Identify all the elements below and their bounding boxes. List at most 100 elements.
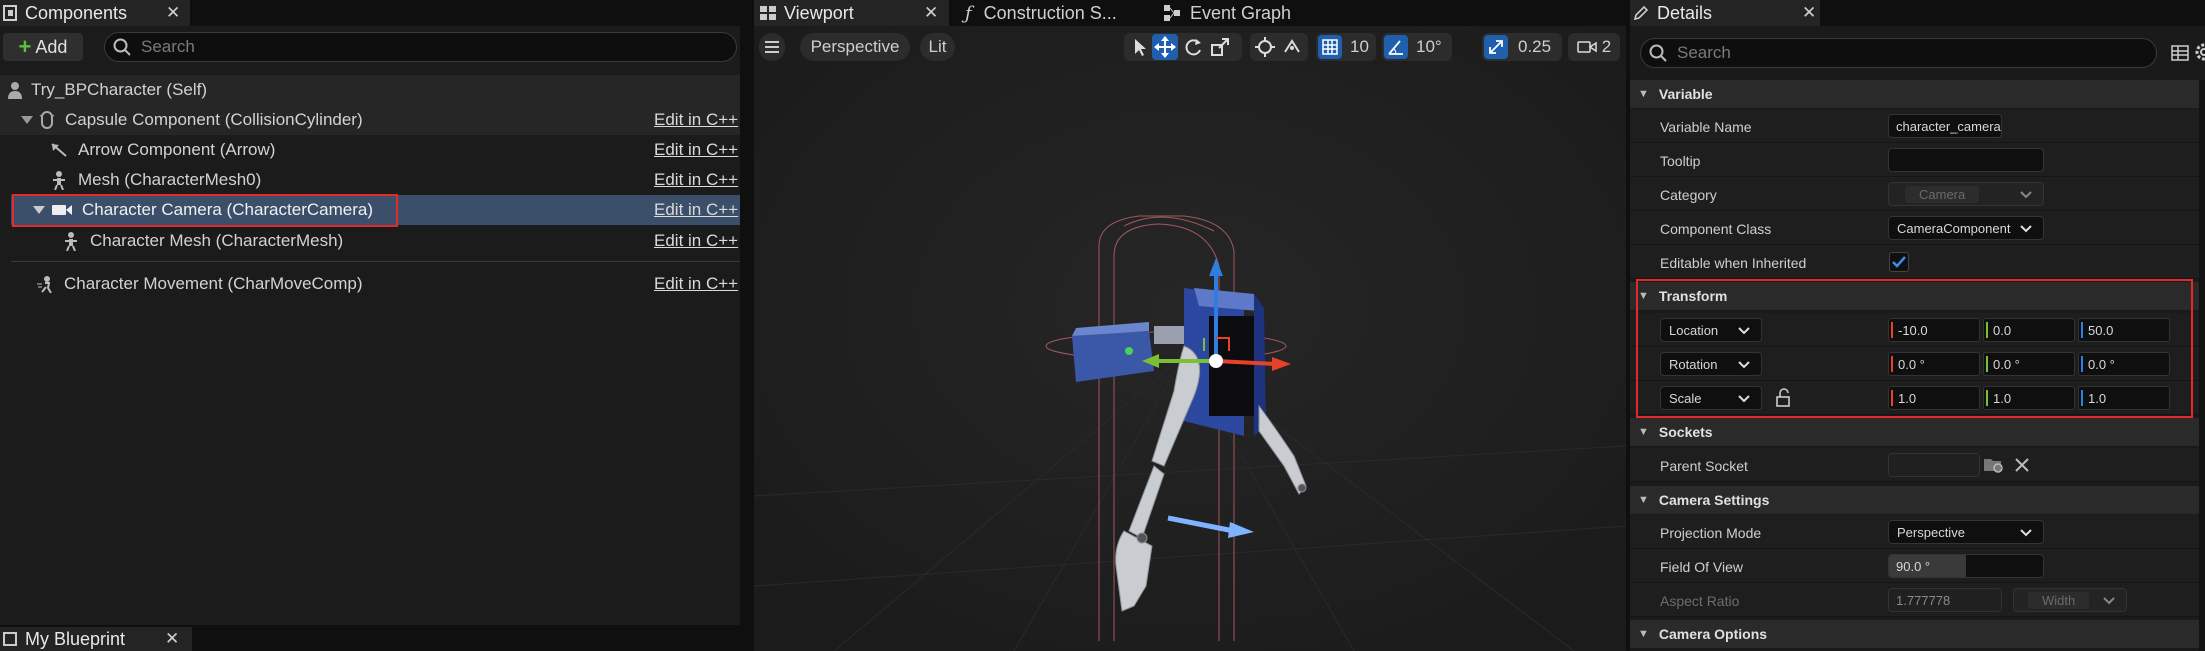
tab-details-label: Details — [1657, 2, 1713, 23]
snap-icon — [1281, 36, 1303, 58]
checkmark-icon — [1890, 253, 1908, 271]
tree-item-mesh[interactable]: Mesh (CharacterMesh0) Edit in C++ — [0, 165, 740, 195]
editor-tabbar: Viewport ✕ ƒ Construction S... Event Gra… — [754, 0, 1626, 26]
add-component-button[interactable]: + Add — [3, 33, 83, 61]
close-icon[interactable]: ✕ — [1802, 3, 1816, 23]
viewport[interactable]: Perspective Lit 10 10° 0.25 2 — [754, 26, 1626, 651]
tree-item-self[interactable]: Try_BPCharacter (Self) — [0, 75, 740, 105]
tooltip-field[interactable] — [1888, 148, 2044, 172]
world-local-button[interactable] — [1254, 36, 1276, 58]
person-icon — [7, 81, 23, 99]
section-camera-options[interactable]: ▼ Camera Options — [1630, 620, 2205, 648]
cursor-icon — [1128, 36, 1150, 58]
rotation-snap-value: 10° — [1416, 37, 1442, 56]
rotation-snap-button[interactable]: 10° — [1382, 33, 1452, 61]
section-sockets[interactable]: ▼ Sockets — [1630, 418, 2205, 446]
property-matrix-icon[interactable] — [2170, 43, 2190, 63]
section-variable[interactable]: ▼ Variable — [1630, 80, 2205, 108]
select-tool-button[interactable] — [1128, 36, 1150, 58]
tab-my-blueprint-label: My Blueprint — [25, 628, 126, 649]
surface-snap-button[interactable] — [1281, 36, 1303, 58]
section-variable-label: Variable — [1658, 86, 1713, 102]
lit-button[interactable]: Lit — [920, 33, 955, 61]
viewport-menu-button[interactable] — [759, 33, 785, 61]
variable-name-field[interactable]: character_camera — [1888, 114, 2002, 138]
tab-event-graph[interactable]: Event Graph — [1164, 0, 1344, 26]
clear-socket-icon[interactable] — [2013, 456, 2031, 474]
edit-in-cpp-link[interactable]: Edit in C++ — [654, 110, 738, 130]
row-variable-name: Variable Name character_camera — [1630, 109, 2205, 143]
scale-snap-icon — [1484, 35, 1508, 59]
tab-components[interactable]: Components ✕ — [0, 0, 190, 26]
row-component-class: Component Class CameraComponent — [1630, 211, 2205, 245]
components-search-input[interactable]: Search — [104, 32, 737, 62]
tree-item-capsule[interactable]: Capsule Component (CollisionCylinder) Ed… — [0, 105, 740, 135]
projection-mode-combo[interactable]: Perspective — [1888, 520, 2044, 544]
camera-speed-button[interactable]: 2 — [1568, 33, 1620, 61]
aspect-axis-combo[interactable]: Width — [2013, 588, 2127, 612]
edit-in-cpp-link[interactable]: Edit in C++ — [654, 140, 738, 160]
row-parent-socket: Parent Socket — [1630, 448, 2205, 482]
panel-splitter[interactable] — [740, 0, 754, 651]
tree-item-label: Try_BPCharacter (Self) — [31, 80, 208, 99]
browse-socket-icon[interactable] — [1983, 455, 2005, 475]
row-aspect-ratio: Aspect Ratio 1.777778 Width — [1630, 583, 2205, 617]
details-search-input[interactable]: Search — [1640, 38, 2157, 68]
tree-item-label: Character Movement (CharMoveComp) — [64, 274, 363, 293]
movement-icon — [36, 275, 54, 293]
arrow-component-icon — [50, 142, 68, 158]
close-icon[interactable]: ✕ — [924, 3, 938, 23]
edit-in-cpp-link[interactable]: Edit in C++ — [654, 200, 738, 220]
aspect-ratio-field[interactable]: 1.777778 — [1888, 588, 2002, 612]
tab-construction-script[interactable]: ƒ Construction S... — [961, 0, 1141, 26]
details-panel: Details ✕ Search ▼ Variable Variable Nam… — [1630, 0, 2205, 651]
parent-socket-field[interactable] — [1888, 453, 1980, 477]
settings-gear-icon[interactable] — [2193, 41, 2205, 63]
close-icon[interactable]: ✕ — [166, 3, 180, 23]
scale-icon — [1209, 36, 1231, 58]
row-category: Category Camera — [1630, 177, 2205, 211]
edit-in-cpp-link[interactable]: Edit in C++ — [654, 274, 738, 294]
collapse-arrow-icon[interactable] — [21, 115, 33, 125]
close-icon[interactable]: ✕ — [165, 629, 179, 649]
tree-item-arrow[interactable]: Arrow Component (Arrow) Edit in C++ — [0, 135, 740, 165]
components-panel: Components ✕ + Add Search Try_BPCharacte… — [0, 0, 740, 651]
scale-snap-button[interactable]: 0.25 — [1482, 33, 1562, 61]
tab-viewport[interactable]: Viewport ✕ — [754, 0, 949, 26]
projection-mode-label: Projection Mode — [1660, 525, 1762, 541]
tab-my-blueprint[interactable]: My Blueprint ✕ — [0, 627, 192, 651]
viewport-scene — [754, 26, 1626, 651]
search-icon — [1649, 44, 1667, 62]
pencil-icon — [1633, 5, 1649, 21]
camera-speed-value: 2 — [1601, 37, 1612, 56]
perspective-button[interactable]: Perspective — [800, 33, 910, 61]
grid-snap-button[interactable]: 10 — [1316, 33, 1376, 61]
parent-socket-label: Parent Socket — [1660, 458, 1748, 474]
row-tooltip: Tooltip — [1630, 143, 2205, 177]
section-sockets-label: Sockets — [1658, 424, 1713, 440]
fov-slider[interactable]: 90.0 ° — [1888, 554, 2044, 578]
skeleton-icon — [63, 231, 79, 251]
category-combo[interactable]: Camera — [1888, 182, 2044, 206]
component-class-combo[interactable]: CameraComponent — [1888, 216, 2044, 240]
rotate-tool-button[interactable] — [1182, 36, 1204, 58]
scale-tool-button[interactable] — [1209, 36, 1231, 58]
tree-item-character-mesh[interactable]: Character Mesh (CharacterMesh) Edit in C… — [0, 226, 740, 256]
tooltip-label: Tooltip — [1660, 153, 1701, 169]
variable-name-label: Variable Name — [1660, 119, 1752, 135]
edit-in-cpp-link[interactable]: Edit in C++ — [654, 231, 738, 251]
components-tabbar: Components ✕ — [0, 0, 740, 26]
hamburger-icon — [765, 41, 779, 53]
details-scrollbar[interactable] — [2199, 80, 2205, 651]
tree-item-character-movement[interactable]: Character Movement (CharMoveComp) Edit i… — [0, 269, 740, 299]
tree-item-label: Capsule Component (CollisionCylinder) — [65, 110, 363, 129]
move-tool-button[interactable] — [1152, 34, 1178, 60]
scale-snap-value: 0.25 — [1518, 37, 1552, 56]
angle-icon — [1384, 35, 1408, 59]
tab-details[interactable]: Details ✕ — [1630, 0, 1820, 26]
section-camera-options-label: Camera Options — [1658, 626, 1768, 642]
section-camera-settings[interactable]: ▼ Camera Settings — [1630, 486, 2205, 514]
edit-in-cpp-link[interactable]: Edit in C++ — [654, 170, 738, 190]
category-label: Category — [1660, 187, 1717, 203]
editable-inherited-checkbox[interactable] — [1889, 252, 1909, 272]
